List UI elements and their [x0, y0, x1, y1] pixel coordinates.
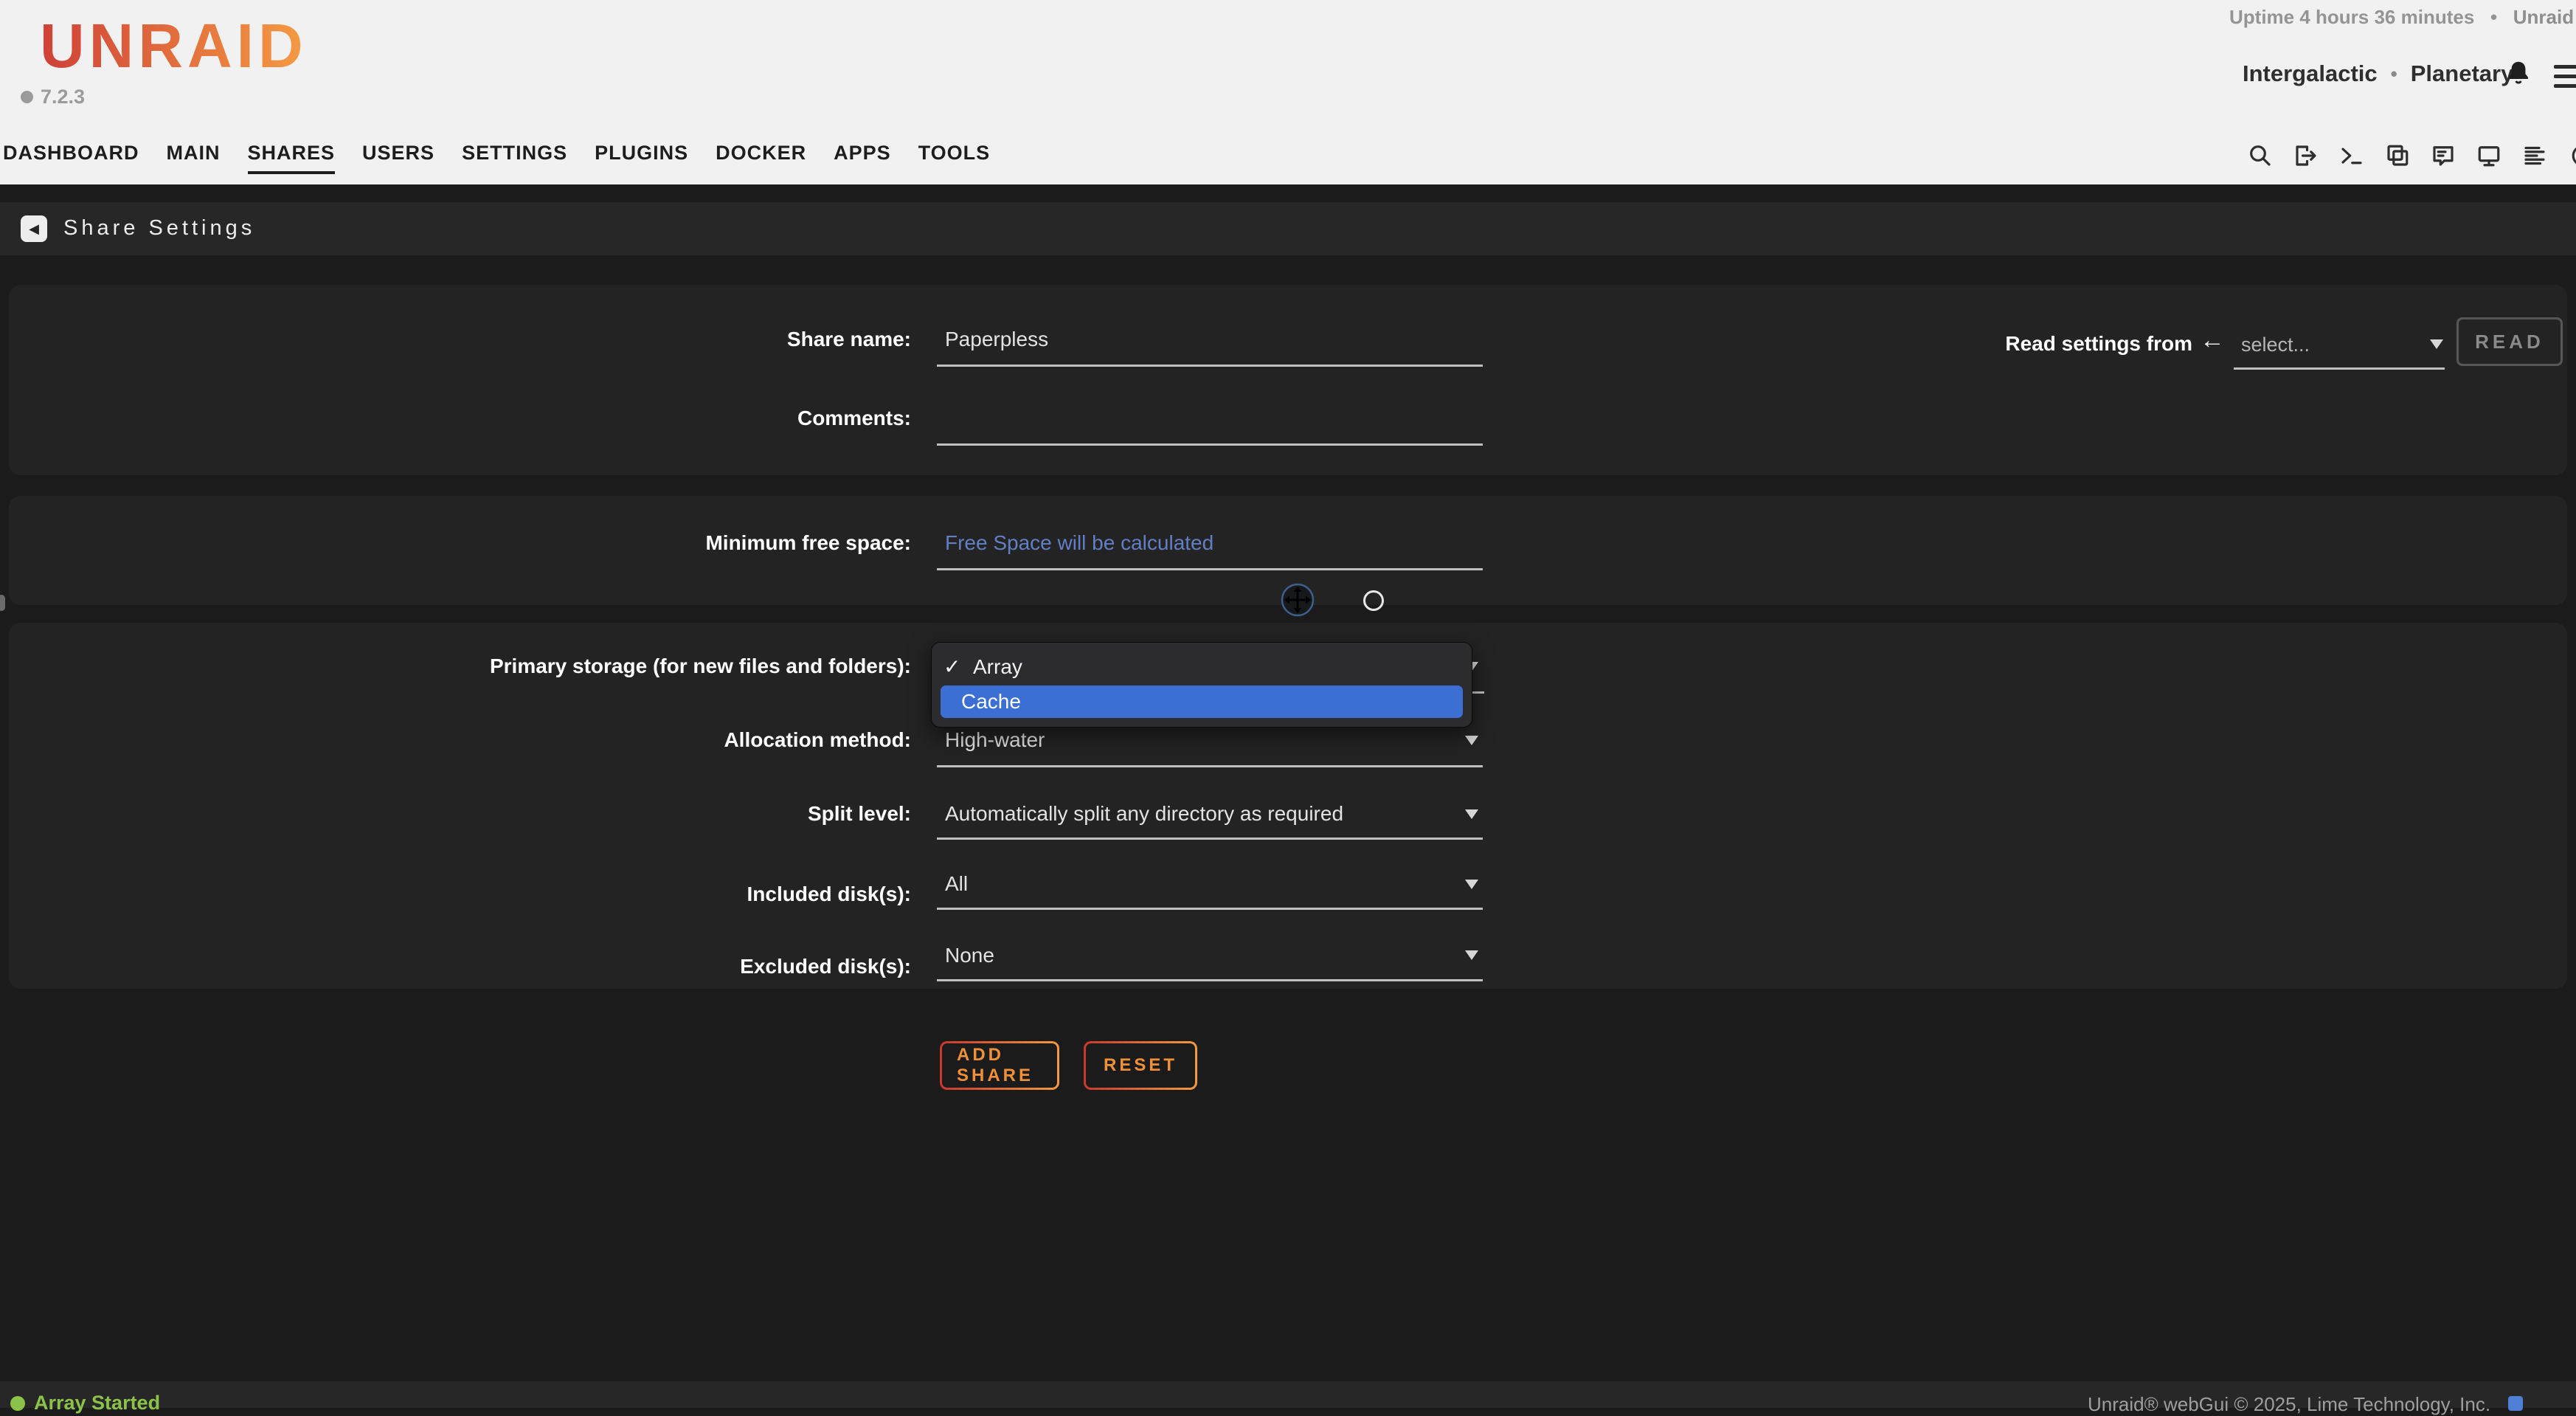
top-header: UNRAID 7.2.3 Uptime 4 hours 36 minutes •…	[0, 0, 2576, 184]
min-free-space-underline	[937, 568, 1483, 570]
primary-storage-underline	[1471, 691, 1484, 694]
read-settings-caret-icon	[2430, 339, 2443, 349]
card-basic-settings	[9, 285, 2567, 475]
split-level-label: Split level:	[0, 802, 911, 826]
included-disks-select[interactable]: All	[945, 872, 968, 896]
copy-icon[interactable]	[2384, 142, 2411, 169]
min-free-space-label: Minimum free space:	[0, 531, 911, 555]
reset-button[interactable]: RESET	[1084, 1041, 1197, 1090]
excluded-disks-underline	[937, 979, 1483, 981]
nav-tab-docker[interactable]: DOCKER	[716, 142, 806, 174]
theme-icon[interactable]	[2567, 142, 2576, 169]
version-label: 7.2.3	[41, 86, 85, 108]
back-icon[interactable]: ◀	[21, 215, 47, 242]
share-name-input[interactable]: Paperpless	[945, 328, 1048, 351]
comments-label: Comments:	[0, 407, 911, 430]
dropdown-option-array[interactable]: ✓ Array	[941, 652, 1463, 683]
version-icon	[21, 91, 33, 103]
version-row: 7.2.3	[21, 86, 85, 108]
included-disks-label: Included disk(s):	[0, 883, 911, 906]
allocation-method-underline	[937, 765, 1483, 767]
left-edge-artifact	[0, 595, 5, 611]
page-title: Share Settings	[63, 216, 255, 241]
move-cursor-icon	[1279, 581, 1316, 618]
array-status-text: Array Started	[34, 1392, 160, 1415]
primary-storage-dropdown: ✓ Array Cache	[931, 642, 1472, 728]
terminal-icon[interactable]	[2338, 142, 2365, 169]
checkmark-icon: ✓	[944, 652, 960, 683]
log-icon[interactable]	[2521, 142, 2548, 169]
share-name-underline	[937, 365, 1483, 367]
add-share-button[interactable]: ADD SHARE	[940, 1041, 1059, 1090]
allocation-method-caret-icon	[1465, 736, 1478, 745]
nav-utility-icons	[2247, 142, 2576, 169]
nav-tab-plugins[interactable]: PLUGINS	[595, 142, 688, 174]
primary-storage-label: Primary storage (for new files and folde…	[0, 655, 911, 678]
search-icon[interactable]	[2247, 142, 2274, 169]
share-name-label: Share name:	[0, 328, 911, 351]
arrow-left-icon: ←	[2200, 326, 2225, 355]
excluded-disks-label: Excluded disk(s):	[0, 955, 911, 978]
dropdown-option-cache[interactable]: Cache	[941, 685, 1463, 718]
read-settings-underline	[2234, 367, 2445, 370]
nav-tab-apps[interactable]: APPS	[834, 142, 891, 174]
nav-tab-tools[interactable]: TOOLS	[918, 142, 991, 174]
array-status-dot-icon	[10, 1396, 25, 1411]
circle-indicator-icon	[1363, 590, 1384, 611]
nav-tab-shares[interactable]: SHARES	[248, 142, 336, 174]
server-separator: •	[2391, 63, 2397, 86]
array-status: Array Started	[10, 1392, 160, 1415]
menu-hamburger-icon[interactable]	[2554, 65, 2576, 94]
excluded-disks-caret-icon	[1465, 950, 1478, 960]
main-nav: DASHBOARD MAIN SHARES USERS SETTINGS PLU…	[3, 142, 990, 174]
os-name: Unraid OS	[2513, 6, 2576, 28]
notifications-bell-icon[interactable]	[2505, 59, 2532, 89]
nav-tab-main[interactable]: MAIN	[167, 142, 221, 174]
page-title-bar	[0, 202, 2576, 255]
uptime-text: Uptime 4 hours 36 minutes	[2229, 6, 2474, 28]
split-level-underline	[937, 837, 1483, 840]
nav-tab-settings[interactable]: SETTINGS	[462, 142, 567, 174]
nav-tab-dashboard[interactable]: DASHBOARD	[3, 142, 139, 174]
allocation-method-label: Allocation method:	[0, 728, 911, 752]
read-button[interactable]: READ	[2456, 317, 2563, 366]
comments-underline	[937, 443, 1483, 446]
uptime-line: Uptime 4 hours 36 minutes • Unraid OS St…	[2229, 6, 2576, 29]
server-line: Intergalactic • Planetary	[2243, 61, 2513, 87]
server-name[interactable]: Intergalactic	[2243, 61, 2378, 87]
min-free-space-input[interactable]: Free Space will be calculated	[945, 531, 1213, 555]
uptime-separator: •	[2490, 6, 2497, 28]
split-level-select[interactable]: Automatically split any directory as req…	[945, 802, 1343, 826]
excluded-disks-select[interactable]: None	[945, 944, 994, 967]
footer-copyright: Unraid® webGui © 2025, Lime Technology, …	[2088, 1393, 2490, 1416]
footer-link-icon[interactable]	[2508, 1396, 2523, 1411]
included-disks-caret-icon	[1465, 880, 1478, 889]
read-settings-label: Read settings from	[1992, 332, 2192, 356]
included-disks-underline	[937, 908, 1483, 910]
nav-tab-users[interactable]: USERS	[362, 142, 434, 174]
sign-out-icon[interactable]	[2293, 142, 2319, 169]
feedback-icon[interactable]	[2430, 142, 2456, 169]
allocation-method-select[interactable]: High-water	[945, 728, 1045, 752]
unraid-logo: UNRAID	[40, 10, 308, 82]
split-level-caret-icon	[1465, 809, 1478, 819]
monitor-icon[interactable]	[2476, 142, 2502, 169]
server-description: Planetary	[2411, 61, 2514, 87]
read-settings-select[interactable]: select...	[2241, 334, 2310, 356]
